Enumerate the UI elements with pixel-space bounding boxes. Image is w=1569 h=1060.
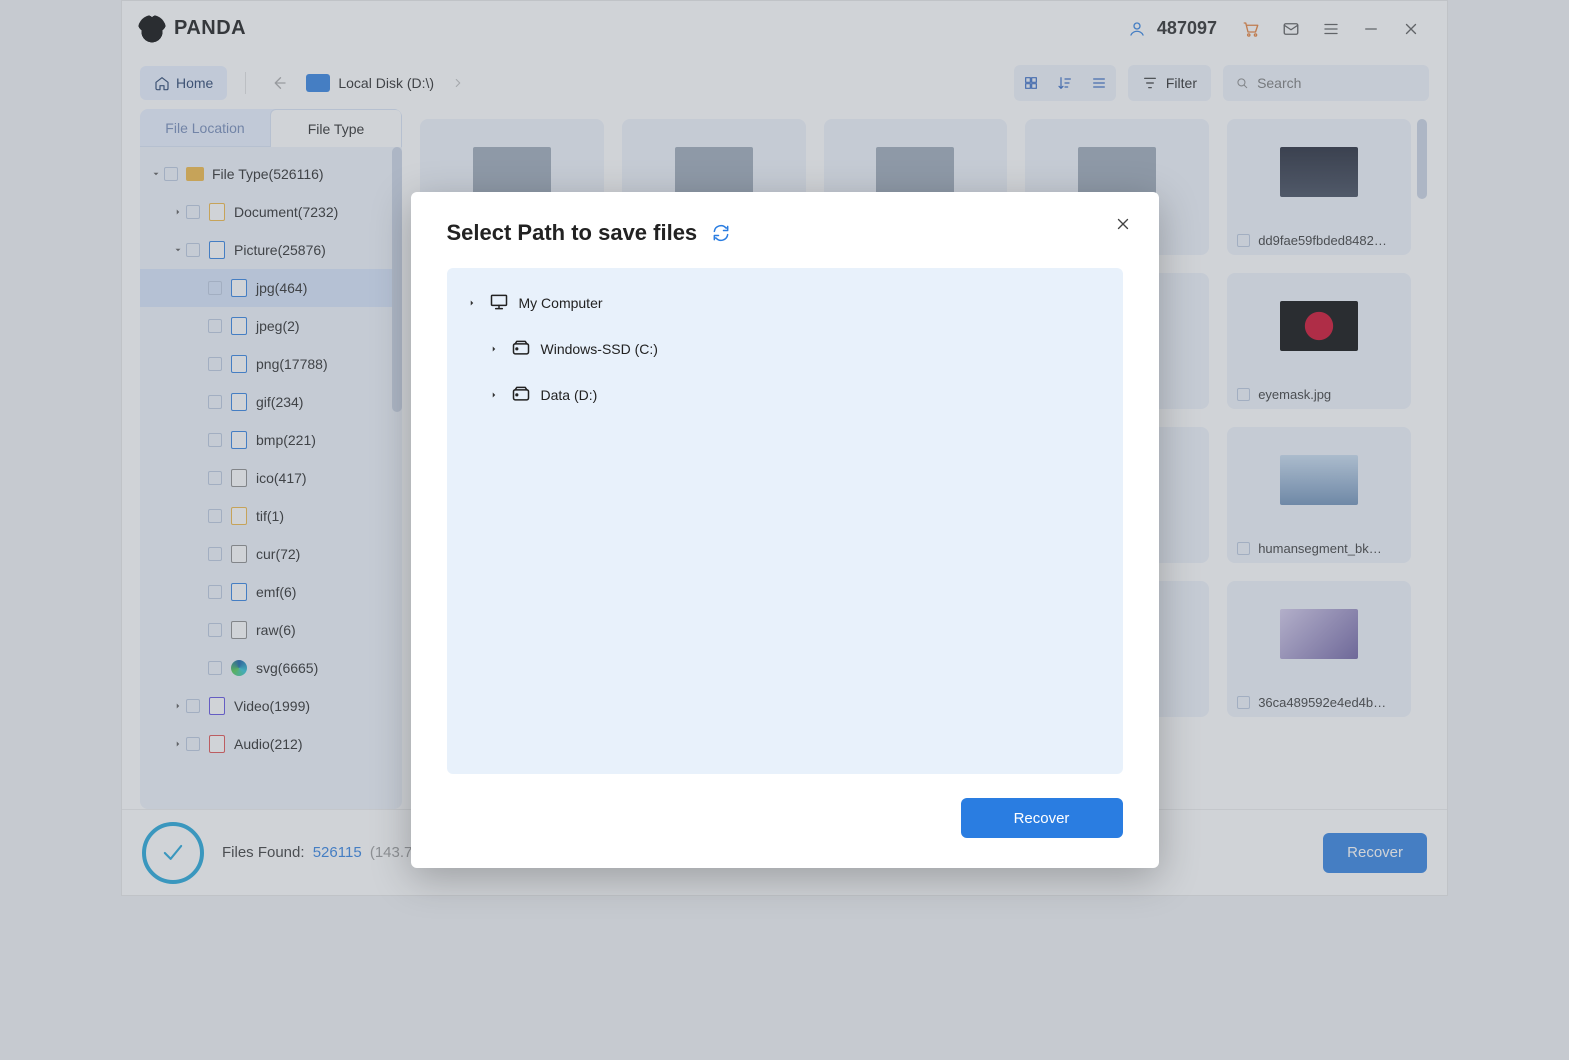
caret-icon xyxy=(487,390,501,400)
modal-close-button[interactable] xyxy=(1109,210,1137,238)
path-tree-label: My Computer xyxy=(519,295,603,311)
drive-icon xyxy=(511,384,531,407)
path-tree-item[interactable]: Windows-SSD (C:) xyxy=(455,326,1115,372)
drive-icon xyxy=(511,338,531,361)
path-tree-label: Windows-SSD (C:) xyxy=(541,341,658,357)
modal-recover-button[interactable]: Recover xyxy=(961,798,1123,838)
path-tree-item[interactable]: Data (D:) xyxy=(455,372,1115,418)
computer-icon xyxy=(489,292,509,315)
refresh-button[interactable] xyxy=(711,223,731,243)
caret-icon xyxy=(465,298,479,308)
caret-icon xyxy=(487,344,501,354)
path-tree-label: Data (D:) xyxy=(541,387,598,403)
modal-overlay: Select Path to save files My Computer Win… xyxy=(0,0,1569,1060)
save-path-modal: Select Path to save files My Computer Win… xyxy=(411,192,1159,868)
modal-title: Select Path to save files xyxy=(447,220,698,246)
path-tree-item[interactable]: My Computer xyxy=(455,280,1115,326)
path-tree[interactable]: My Computer Windows-SSD (C:) Data (D:) xyxy=(447,268,1123,774)
